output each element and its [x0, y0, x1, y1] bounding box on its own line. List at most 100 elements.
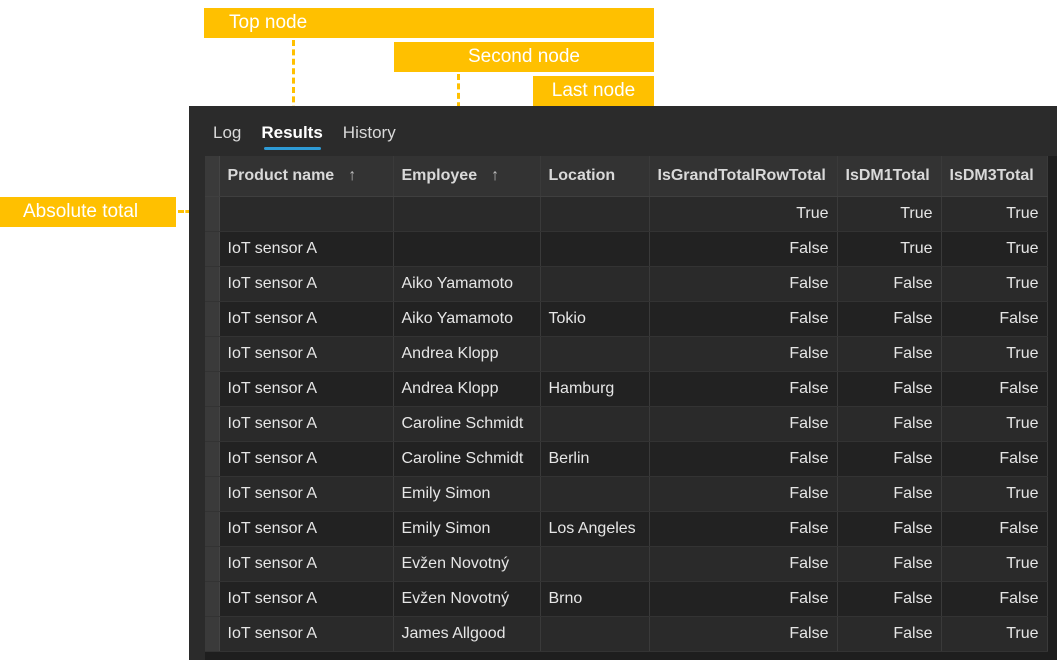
tab-log[interactable]: Log — [213, 122, 241, 152]
row-selector[interactable] — [205, 616, 220, 652]
table-cell[interactable]: Aiko Yamamoto — [393, 266, 541, 302]
table-cell[interactable]: False — [649, 616, 838, 652]
table-cell[interactable] — [540, 196, 650, 232]
table-cell[interactable] — [393, 231, 541, 267]
table-cell[interactable]: IoT sensor A — [219, 301, 394, 337]
row-selector[interactable] — [205, 266, 220, 302]
table-cell[interactable]: Hamburg — [540, 371, 650, 407]
table-cell[interactable]: IoT sensor A — [219, 581, 394, 617]
table-cell[interactable] — [540, 546, 650, 582]
tab-history[interactable]: History — [343, 122, 396, 152]
table-cell[interactable]: IoT sensor A — [219, 371, 394, 407]
row-selector-header[interactable] — [205, 156, 220, 197]
row-selector[interactable] — [205, 301, 220, 337]
table-cell[interactable]: Andrea Klopp — [393, 336, 541, 372]
table-cell[interactable]: James Allgood — [393, 616, 541, 652]
table-cell[interactable]: True — [837, 231, 942, 267]
table-row[interactable]: IoT sensor A Emily Simon Los Angeles False F… — [205, 511, 1048, 547]
table-cell[interactable]: False — [837, 336, 942, 372]
table-cell[interactable]: False — [837, 616, 942, 652]
table-cell[interactable]: False — [649, 301, 838, 337]
table-cell[interactable]: True — [941, 616, 1048, 652]
table-cell[interactable]: True — [941, 266, 1048, 302]
table-cell[interactable]: IoT sensor A — [219, 441, 394, 477]
row-selector[interactable] — [205, 546, 220, 582]
table-cell[interactable]: True — [941, 336, 1048, 372]
table-cell[interactable]: True — [649, 196, 838, 232]
row-selector[interactable] — [205, 231, 220, 267]
table-row[interactable]: IoT sensor A Aiko Yamamoto Tokio False False… — [205, 301, 1048, 337]
column-header-product-name[interactable]: Product name ↑ — [219, 156, 394, 197]
table-cell[interactable]: False — [649, 581, 838, 617]
table-cell[interactable] — [393, 196, 541, 232]
column-header-isdm3total[interactable]: IsDM3Total — [941, 156, 1048, 197]
table-cell[interactable]: False — [837, 266, 942, 302]
table-cell[interactable]: False — [649, 231, 838, 267]
table-cell[interactable]: False — [837, 406, 942, 442]
column-header-isdm1total[interactable]: IsDM1Total — [837, 156, 942, 197]
table-cell[interactable]: False — [837, 511, 942, 547]
table-cell[interactable]: False — [941, 371, 1048, 407]
table-row[interactable]: IoT sensor A James Allgood False False True — [205, 616, 1048, 652]
table-row[interactable]: IoT sensor A Andrea Klopp Hamburg False Fals… — [205, 371, 1048, 407]
table-cell[interactable]: IoT sensor A — [219, 266, 394, 302]
table-cell[interactable]: Tokio — [540, 301, 650, 337]
table-cell[interactable] — [540, 336, 650, 372]
table-cell[interactable]: True — [941, 406, 1048, 442]
table-row[interactable]: IoT sensor A Evžen Novotný Brno False False F… — [205, 581, 1048, 617]
table-cell[interactable]: Emily Simon — [393, 511, 541, 547]
column-header-employee[interactable]: Employee ↑ — [393, 156, 541, 197]
table-row[interactable]: IoT sensor A Caroline Schmidt False False Tr… — [205, 406, 1048, 442]
table-cell[interactable]: False — [649, 371, 838, 407]
table-cell[interactable]: Andrea Klopp — [393, 371, 541, 407]
table-cell[interactable]: True — [941, 546, 1048, 582]
table-cell[interactable]: False — [941, 511, 1048, 547]
table-cell[interactable]: IoT sensor A — [219, 336, 394, 372]
row-selector[interactable] — [205, 336, 220, 372]
table-cell[interactable]: False — [941, 441, 1048, 477]
table-cell[interactable]: False — [649, 336, 838, 372]
table-row[interactable]: IoT sensor A False True True — [205, 231, 1048, 267]
table-cell[interactable]: False — [837, 301, 942, 337]
table-cell[interactable] — [540, 231, 650, 267]
table-cell[interactable]: IoT sensor A — [219, 511, 394, 547]
table-cell[interactable]: True — [941, 231, 1048, 267]
table-cell[interactable]: False — [649, 406, 838, 442]
table-cell[interactable]: False — [649, 511, 838, 547]
table-cell[interactable]: True — [837, 196, 942, 232]
table-row[interactable]: IoT sensor A Caroline Schmidt Berlin False F… — [205, 441, 1048, 477]
table-cell[interactable]: False — [837, 441, 942, 477]
tab-results[interactable]: Results — [261, 122, 323, 152]
table-cell[interactable]: IoT sensor A — [219, 546, 394, 582]
row-selector[interactable] — [205, 196, 220, 232]
table-row[interactable]: IoT sensor A Aiko Yamamoto False False True — [205, 266, 1048, 302]
table-cell[interactable]: Aiko Yamamoto — [393, 301, 541, 337]
row-selector[interactable] — [205, 581, 220, 617]
row-selector[interactable] — [205, 371, 220, 407]
table-cell[interactable] — [219, 196, 394, 232]
row-selector[interactable] — [205, 406, 220, 442]
table-cell[interactable] — [540, 616, 650, 652]
table-cell[interactable]: Evžen Novotný — [393, 581, 541, 617]
table-row[interactable]: IoT sensor A Evžen Novotný False False True — [205, 546, 1048, 582]
table-cell[interactable]: Caroline Schmidt — [393, 441, 541, 477]
table-cell[interactable]: False — [837, 546, 942, 582]
table-cell[interactable]: IoT sensor A — [219, 476, 394, 512]
table-cell[interactable]: False — [941, 581, 1048, 617]
table-cell[interactable]: IoT sensor A — [219, 406, 394, 442]
table-cell[interactable]: Berlin — [540, 441, 650, 477]
table-cell[interactable]: Evžen Novotný — [393, 546, 541, 582]
table-cell[interactable]: False — [941, 301, 1048, 337]
table-cell[interactable]: Los Angeles — [540, 511, 650, 547]
table-cell[interactable]: IoT sensor A — [219, 616, 394, 652]
row-selector[interactable] — [205, 441, 220, 477]
table-cell[interactable]: IoT sensor A — [219, 231, 394, 267]
table-cell[interactable] — [540, 476, 650, 512]
row-selector[interactable] — [205, 476, 220, 512]
table-cell[interactable]: False — [837, 371, 942, 407]
column-header-isgrandtotalrowtotal[interactable]: IsGrandTotalRowTotal — [649, 156, 838, 197]
table-cell[interactable]: False — [649, 546, 838, 582]
table-cell[interactable]: True — [941, 196, 1048, 232]
table-cell[interactable]: False — [649, 266, 838, 302]
table-cell[interactable]: Caroline Schmidt — [393, 406, 541, 442]
